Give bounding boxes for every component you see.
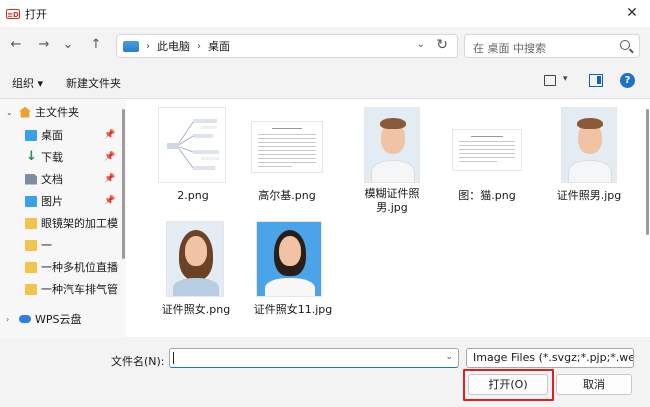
- file-item[interactable]: 模糊证件照男.jpg: [350, 103, 434, 221]
- folder-icon: [25, 261, 37, 273]
- collapsed-chevron-icon[interactable]: ›: [6, 315, 9, 324]
- close-icon[interactable]: ✕: [622, 3, 642, 23]
- file-thumbnail: [364, 107, 420, 183]
- file-thumbnail: [251, 121, 323, 173]
- folder-icon: [25, 239, 37, 251]
- sidebar-item-wps-cloud[interactable]: › WPS云盘: [0, 308, 124, 330]
- sidebar-item-label: 下载: [41, 151, 63, 164]
- file-name: 2.png: [177, 189, 209, 202]
- search-box[interactable]: 在 桌面 中搜索: [464, 34, 640, 58]
- app-logo-icon: ≡D: [6, 8, 20, 19]
- document-icon: [25, 173, 37, 185]
- text-caret: [173, 352, 174, 364]
- view-mode-dropdown-icon[interactable]: ▾: [563, 74, 568, 84]
- portrait-image: [562, 108, 616, 182]
- sidebar-item-home[interactable]: ⌄ 主文件夹: [0, 101, 124, 123]
- download-icon: [25, 149, 37, 164]
- cloud-icon: [19, 315, 31, 323]
- window-title: 打开: [25, 7, 47, 21]
- file-name: 图：猫.png: [458, 189, 516, 202]
- sidebar-item-documents[interactable]: 文档 📌: [0, 168, 124, 190]
- pin-icon: 📌: [104, 196, 116, 206]
- sidebar-item-downloads[interactable]: 下载 📌: [0, 146, 124, 168]
- file-item[interactable]: 证件照女.png: [154, 217, 238, 323]
- cancel-button[interactable]: 取消: [556, 374, 632, 395]
- back-arrow-icon[interactable]: ←: [8, 37, 24, 53]
- file-name: 模糊证件照男.jpg: [364, 187, 420, 214]
- navigation-pane: ⌄ 主文件夹 桌面 📌 下载 📌 文档 📌 图片 📌 眼镜架的加工模 一 一种多…: [0, 99, 126, 337]
- file-item[interactable]: 证件照女11.jpg: [250, 217, 336, 323]
- pin-icon: 📌: [104, 152, 116, 162]
- this-pc-folder-icon: [123, 40, 139, 52]
- file-thumbnail: [166, 221, 224, 297]
- recent-locations-chevron-icon[interactable]: ⌄: [60, 37, 76, 53]
- breadcrumb-this-pc[interactable]: 此电脑: [157, 38, 190, 54]
- search-input[interactable]: 在 桌面 中搜索: [473, 40, 546, 56]
- file-name: 证件照女.png: [161, 303, 231, 316]
- file-thumbnail: [158, 107, 226, 183]
- file-name: 证件照女11.jpg: [253, 303, 333, 316]
- file-item[interactable]: 证件照男.jpg: [544, 103, 634, 209]
- title-bar: ≡D 打开 ✕: [0, 0, 650, 27]
- address-history-chevron-icon[interactable]: ⌄: [417, 39, 425, 50]
- sidebar-item-folder[interactable]: 一种多机位直播: [0, 256, 124, 278]
- sidebar-item-label: WPS云盘: [35, 313, 82, 326]
- sidebar-item-label: 文档: [41, 173, 63, 186]
- file-name: 高尔基.png: [258, 189, 316, 202]
- expanded-chevron-icon[interactable]: ⌄: [6, 108, 13, 117]
- picture-icon: [25, 195, 37, 207]
- sidebar-item-label: 图片: [41, 195, 63, 208]
- filename-label: 文件名(N):: [111, 355, 165, 368]
- portrait-image: [257, 222, 321, 296]
- sidebar-item-folder[interactable]: 眼镜架的加工模: [0, 212, 124, 234]
- pin-icon: 📌: [104, 174, 116, 184]
- file-item[interactable]: 2.png: [154, 103, 232, 209]
- mindmap-thumbnail-icon: [167, 119, 219, 170]
- organize-button[interactable]: 组织 ▾: [12, 75, 43, 91]
- sidebar-item-label: 一种汽车排气管: [41, 283, 118, 296]
- refresh-icon[interactable]: ↻: [436, 37, 448, 53]
- file-name: 证件照男.jpg: [556, 189, 622, 202]
- up-arrow-icon[interactable]: ↑: [88, 37, 104, 53]
- file-thumbnail: [561, 107, 617, 183]
- sidebar-item-folder[interactable]: 一: [0, 234, 124, 256]
- address-bar[interactable]: › 此电脑 › 桌面 ⌄ ↻: [116, 34, 458, 58]
- filename-input[interactable]: ⌄: [169, 348, 459, 368]
- sidebar-item-pictures[interactable]: 图片 📌: [0, 190, 124, 212]
- file-item[interactable]: 高尔基.png: [248, 103, 326, 209]
- command-toolbar: 组织 ▾ 新建文件夹 ▾ ?: [0, 65, 650, 99]
- portrait-image: [365, 108, 419, 182]
- sidebar-item-label: 一种多机位直播: [41, 261, 118, 274]
- file-type-filter[interactable]: Image Files (*.svgz;*.pjp;*.we: [466, 348, 634, 368]
- folder-icon: [25, 283, 37, 295]
- sidebar-item-label: 眼镜架的加工模: [41, 217, 118, 230]
- breadcrumb-separator-icon: ›: [197, 40, 201, 52]
- open-button[interactable]: 打开(O): [468, 374, 548, 395]
- new-folder-button[interactable]: 新建文件夹: [66, 75, 121, 91]
- search-icon[interactable]: [620, 40, 630, 50]
- file-list-scrollbar[interactable]: [646, 109, 649, 235]
- chevron-down-icon[interactable]: ⌄: [445, 352, 453, 362]
- sidebar-item-label: 一: [41, 239, 52, 252]
- sidebar-item-desktop[interactable]: 桌面 📌: [0, 124, 124, 146]
- folder-icon: [25, 217, 37, 229]
- pin-icon: 📌: [104, 130, 116, 140]
- file-thumbnail: [452, 129, 522, 171]
- view-mode-icon[interactable]: [544, 75, 556, 86]
- sidebar-scrollbar[interactable]: [122, 109, 125, 259]
- file-list: 2.png 高尔基.png 模糊证件照男.jpg 图：猫.png 证件照男.jp…: [126, 99, 650, 337]
- sidebar-item-label: 桌面: [41, 129, 63, 142]
- forward-arrow-icon[interactable]: →: [36, 37, 52, 53]
- sidebar-item-folder[interactable]: 一种汽车排气管: [0, 278, 124, 300]
- desktop-icon: [25, 129, 37, 141]
- sidebar-item-label: 主文件夹: [35, 106, 79, 119]
- breadcrumb-desktop[interactable]: 桌面: [208, 38, 230, 54]
- file-thumbnail: [256, 221, 322, 297]
- home-icon: [19, 106, 31, 118]
- file-item[interactable]: 图：猫.png: [448, 103, 526, 209]
- portrait-image: [167, 222, 223, 296]
- preview-pane-icon[interactable]: [589, 74, 603, 87]
- breadcrumb-separator-icon: ›: [146, 40, 150, 52]
- help-icon[interactable]: ?: [620, 73, 635, 88]
